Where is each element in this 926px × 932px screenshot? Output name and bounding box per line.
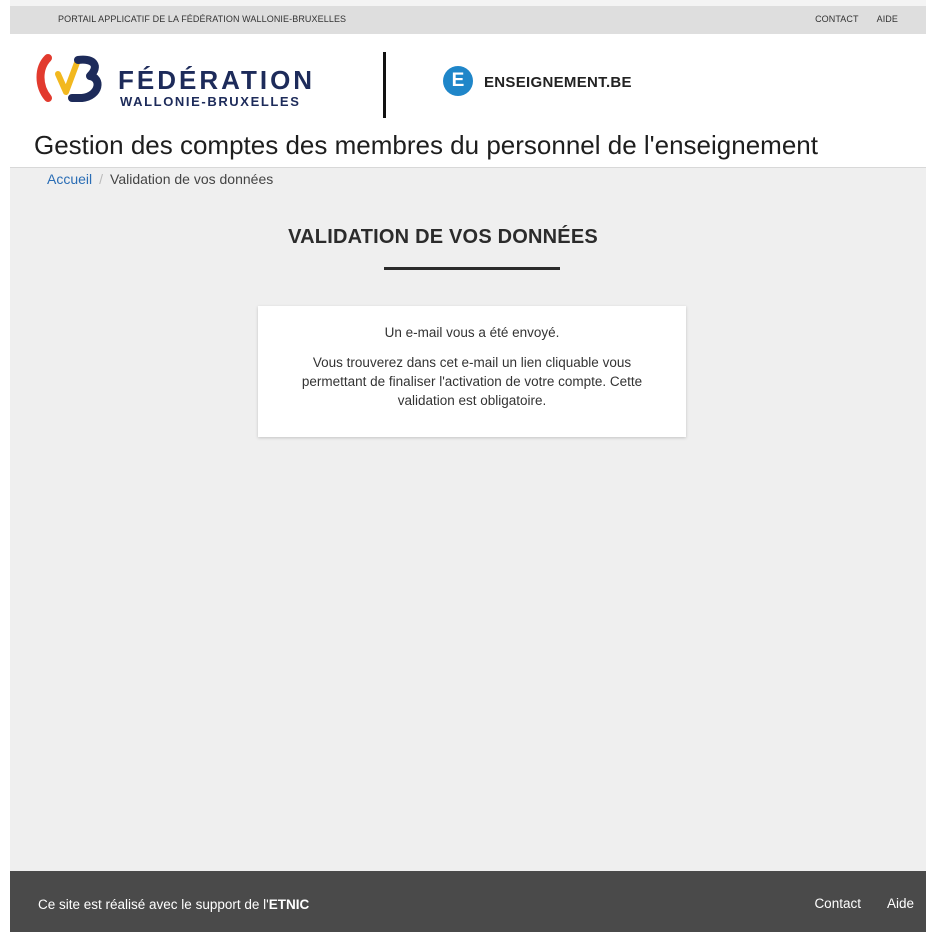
breadcrumb-home-link[interactable]: Accueil (47, 171, 92, 187)
footer: Ce site est réalisé avec le support de l… (10, 871, 926, 932)
fwb-subtitle: WALLONIE-BRUXELLES (120, 94, 301, 109)
message-email-sent: Un e-mail vous a été envoyé. (384, 325, 560, 340)
enseignement-logo-icon[interactable]: E (443, 66, 473, 96)
logo-divider (383, 52, 386, 118)
header: FÉDÉRATION WALLONIE-BRUXELLES E ENSEIGNE… (10, 34, 926, 168)
breadcrumb-current: Validation de vos données (110, 171, 274, 187)
page-heading: VALIDATION DE VOS DONNÉES (288, 226, 598, 248)
footer-contact-link[interactable]: Contact (814, 896, 861, 911)
heading-underline (384, 267, 560, 270)
portal-label: PORTAIL APPLICATIF DE LA FÉDÉRATION WALL… (58, 14, 347, 24)
footer-support-prefix: Ce site est réalisé avec le support de l… (38, 897, 269, 912)
footer-links: Contact Aide (814, 896, 914, 911)
footer-etnic-link[interactable]: ETNIC (269, 897, 310, 912)
top-contact-link[interactable]: CONTACT (815, 14, 859, 24)
top-aide-link[interactable]: AIDE (877, 14, 898, 24)
message-card: Un e-mail vous a été envoyé. Vous trouve… (258, 306, 686, 437)
top-links: CONTACT AIDE (815, 14, 898, 24)
breadcrumb-separator: / (99, 171, 104, 187)
enseignement-label[interactable]: ENSEIGNEMENT.BE (484, 74, 632, 91)
message-instructions: Vous trouverez dans cet e-mail un lien c… (301, 355, 643, 408)
fwb-title: FÉDÉRATION (118, 65, 316, 95)
fwb-wordmark: FÉDÉRATION WALLONIE-BRUXELLES (118, 66, 315, 110)
page: PORTAIL APPLICATIF DE LA FÉDÉRATION WALL… (10, 0, 926, 932)
app-title: Gestion des comptes des membres du perso… (34, 130, 818, 160)
breadcrumb: Accueil / Validation de vos données (47, 171, 273, 187)
footer-support-text: Ce site est réalisé avec le support de l… (38, 897, 309, 912)
footer-aide-link[interactable]: Aide (887, 896, 914, 911)
top-bar: PORTAIL APPLICATIF DE LA FÉDÉRATION WALL… (10, 0, 926, 34)
fwb-logo-icon[interactable] (34, 52, 106, 102)
